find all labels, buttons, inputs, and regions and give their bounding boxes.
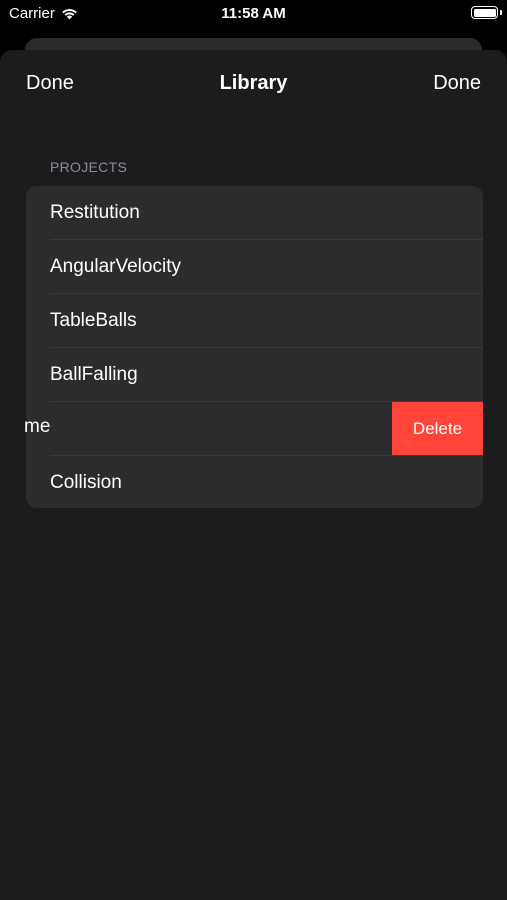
list-item[interactable]: BallFalling xyxy=(26,348,483,402)
projects-list: Restitution AngularVelocity TableBalls B… xyxy=(26,186,483,508)
delete-button[interactable]: Delete xyxy=(392,402,483,456)
library-sheet: Done Library Done PROJECTS Restitution A… xyxy=(0,50,507,900)
navigation-bar: Done Library Done xyxy=(0,50,507,118)
list-item-label: Collision xyxy=(50,472,122,493)
list-item-label: BallFalling xyxy=(50,364,138,385)
done-button-right[interactable]: Done xyxy=(433,72,481,95)
page-title: Library xyxy=(219,72,288,94)
list-item-label: Restitution xyxy=(50,202,140,223)
status-bar: Carrier 11:58 AM xyxy=(0,0,507,30)
status-time: 11:58 AM xyxy=(221,5,286,22)
swiped-row-label: me xyxy=(24,416,51,437)
screen: Carrier 11:58 AM Done Library Done PROJE… xyxy=(0,0,507,900)
list-item-swiped[interactable]: Delete xyxy=(26,402,483,456)
list-item-label: AngularVelocity xyxy=(50,256,181,277)
battery-cap xyxy=(500,10,502,15)
section-header-projects: PROJECTS xyxy=(50,159,128,175)
list-item-label: TableBalls xyxy=(50,310,137,331)
list-item[interactable]: Restitution xyxy=(26,186,483,240)
battery-icon xyxy=(471,6,498,19)
list-item[interactable]: Collision xyxy=(26,456,483,508)
list-item[interactable]: TableBalls xyxy=(26,294,483,348)
list-item[interactable]: AngularVelocity xyxy=(26,240,483,294)
